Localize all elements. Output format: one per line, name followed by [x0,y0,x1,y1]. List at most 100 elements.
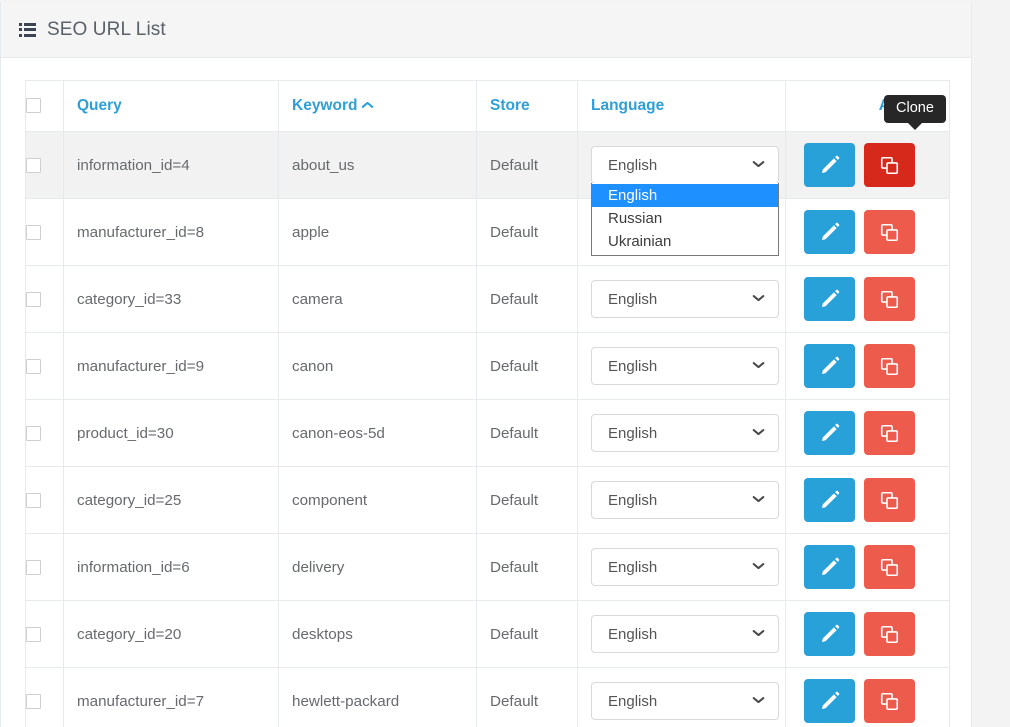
clone-button[interactable] [864,344,915,388]
row-checkbox[interactable] [26,224,41,240]
row-checkbox[interactable] [26,626,41,642]
clone-button[interactable] [864,210,915,254]
cell-keyword: delivery [278,533,477,601]
row-checkbox[interactable] [26,492,41,508]
table-header-row: Query Keyword Store Language Action [25,80,950,132]
row-select-cell[interactable] [25,667,64,727]
edit-button[interactable] [804,612,855,656]
seo-url-panel: SEO URL List Query Keyword Store Languag… [0,2,972,727]
cell-language: English [577,667,786,727]
copy-icon [880,424,899,443]
table-body: information_id=4 about_us Default English En… [25,131,950,727]
row-checkbox[interactable] [26,291,41,307]
table-row[interactable]: category_id=33 camera Default English [25,265,950,333]
pencil-icon [820,155,840,175]
row-select-cell[interactable] [25,466,64,534]
chevron-down-icon [753,697,764,704]
table-row[interactable]: product_id=30 canon-eos-5d Default English [25,399,950,467]
cell-store: Default [476,198,578,266]
row-checkbox[interactable] [26,157,41,173]
table-row[interactable]: information_id=6 delivery Default English [25,533,950,601]
chevron-down-icon [753,630,764,637]
cell-query: information_id=4 [63,131,279,199]
table-row[interactable]: manufacturer_id=7 hewlett-packard Default E… [25,667,950,727]
row-select-cell[interactable] [25,399,64,467]
table-header: Query Keyword Store Language Action [25,80,950,132]
language-select[interactable]: English [591,414,779,452]
clone-button[interactable] [864,277,915,321]
clone-button[interactable] [864,478,915,522]
table-row[interactable]: manufacturer_id=9 canon Default English [25,332,950,400]
clone-button[interactable] [864,545,915,589]
table-row[interactable]: manufacturer_id=8appleDefaultEnglish [25,198,950,266]
cell-query: manufacturer_id=9 [63,332,279,400]
cell-keyword: component [278,466,477,534]
cell-query: manufacturer_id=8 [63,198,279,266]
cell-query: category_id=33 [63,265,279,333]
edit-button[interactable] [804,277,855,321]
copy-icon [880,558,899,577]
edit-button[interactable] [804,210,855,254]
pencil-icon [820,691,840,711]
row-select-cell[interactable] [25,198,64,266]
cell-store: Default [476,265,578,333]
cell-query: category_id=25 [63,466,279,534]
header-language-label: Language [591,97,665,114]
seo-url-table: Query Keyword Store Language Action [25,80,950,727]
edit-button[interactable] [804,143,855,187]
cell-store: Default [476,131,578,199]
edit-button[interactable] [804,411,855,455]
language-select[interactable]: English [591,280,779,318]
table-row[interactable]: category_id=20 desktops Default English [25,600,950,668]
row-select-cell[interactable] [25,600,64,668]
header-select-all[interactable] [25,80,64,132]
edit-button[interactable] [804,545,855,589]
language-select[interactable]: English [591,548,779,586]
row-select-cell[interactable] [25,131,64,199]
row-checkbox[interactable] [26,425,41,441]
language-dropdown-list[interactable]: English Russian Ukrainian [591,183,779,256]
cell-query: manufacturer_id=7 [63,667,279,727]
language-select-value: English [608,491,658,509]
edit-button[interactable] [804,478,855,522]
language-option[interactable]: English [592,184,778,207]
edit-button[interactable] [804,344,855,388]
language-select-value: English [608,692,658,710]
row-select-cell[interactable] [25,332,64,400]
chevron-down-icon [753,161,764,168]
page-title: SEO URL List [47,18,166,40]
cell-keyword: canon [278,332,477,400]
header-query[interactable]: Query [63,80,279,132]
table-row[interactable]: information_id=4 about_us Default English En… [25,131,950,256]
cell-query: product_id=30 [63,399,279,467]
header-keyword-label: Keyword [292,97,358,114]
language-select[interactable]: English [591,682,779,720]
row-checkbox[interactable] [26,693,41,709]
language-select-value: English [608,357,658,375]
header-store[interactable]: Store [476,80,578,132]
row-checkbox[interactable] [26,358,41,374]
table-row[interactable]: category_id=25 component Default English [25,466,950,534]
select-all-checkbox[interactable] [26,98,41,114]
language-select-value: English [608,558,658,576]
language-option[interactable]: Ukrainian [592,230,778,253]
clone-button[interactable] [864,679,915,723]
header-keyword[interactable]: Keyword [278,80,477,132]
clone-button[interactable] [864,612,915,656]
row-select-cell[interactable] [25,533,64,601]
chevron-down-icon [753,496,764,503]
clone-button[interactable] [864,411,915,455]
header-language[interactable]: Language [577,80,786,132]
edit-button[interactable] [804,679,855,723]
row-select-cell[interactable] [25,265,64,333]
clone-button[interactable] [864,143,915,187]
row-checkbox[interactable] [26,559,41,575]
cell-language: English [577,533,786,601]
pencil-icon [820,624,840,644]
language-select[interactable]: English [591,615,779,653]
language-select[interactable]: English [591,347,779,385]
language-option[interactable]: Russian [592,207,778,230]
panel-heading: SEO URL List [1,2,971,58]
language-select[interactable]: English [591,481,779,519]
language-select[interactable]: English [591,146,779,184]
